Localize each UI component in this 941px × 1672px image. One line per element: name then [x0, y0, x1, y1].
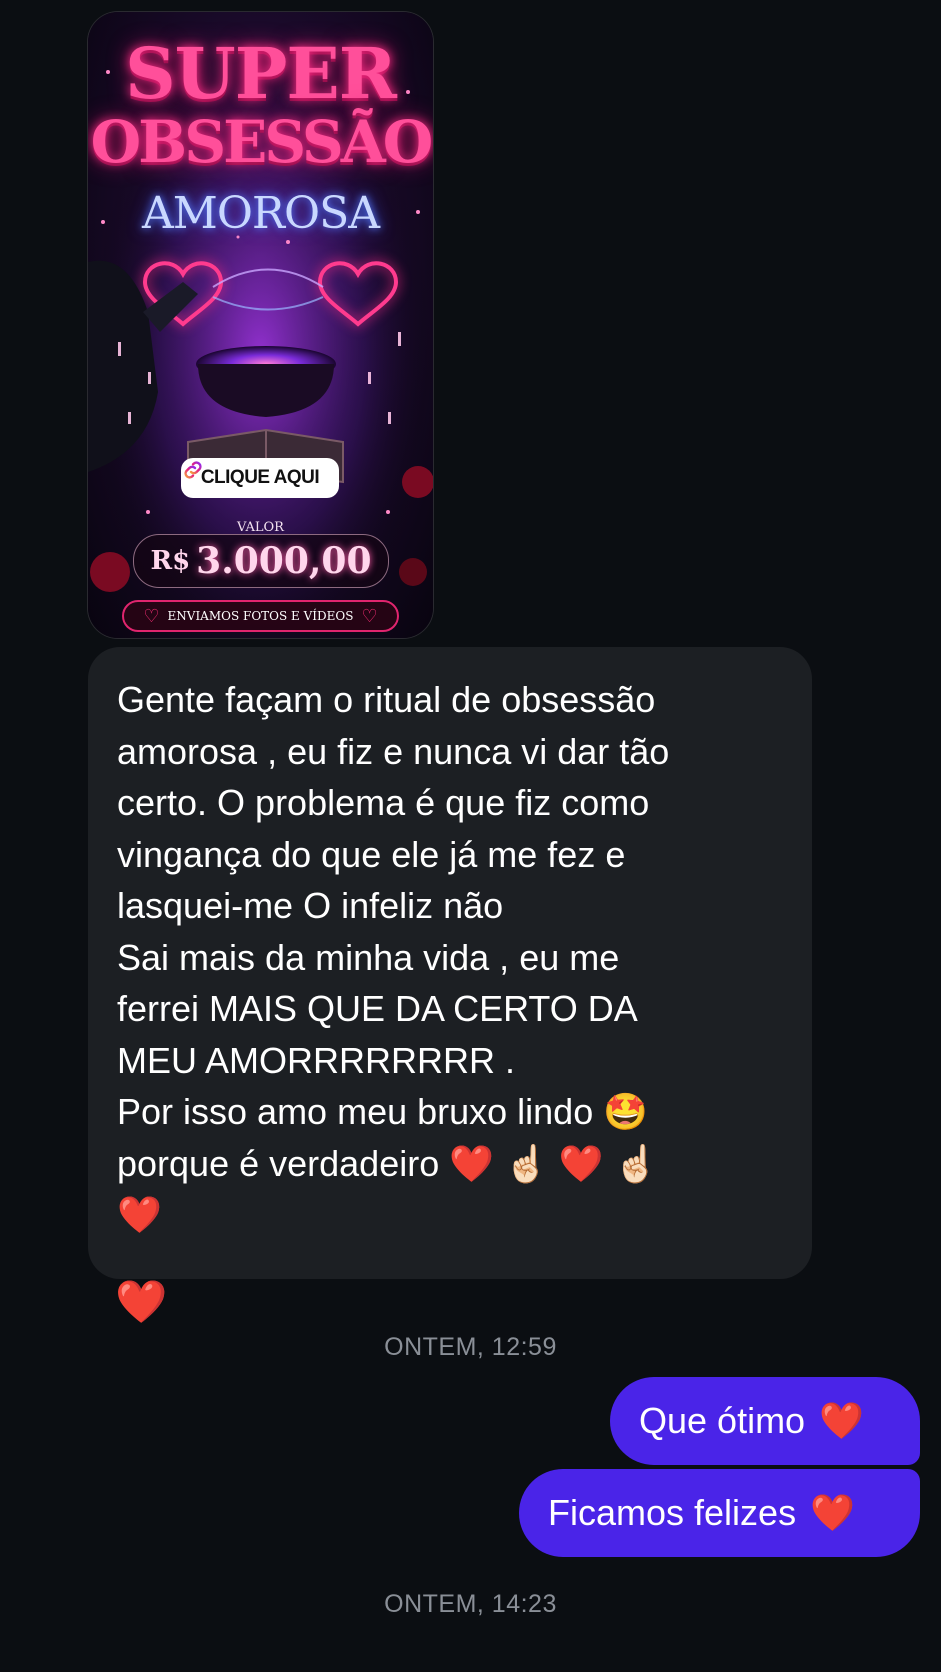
fotos-videos-label: ENVIAMOS FOTOS E VÍDEOS	[167, 609, 354, 623]
incoming-message-bubble[interactable]: Gente façam o ritual de obsessão amorosa…	[88, 647, 812, 1279]
red-heart-icon: ❤️	[810, 1493, 855, 1534]
clique-aqui-label: CLIQUE AQUI	[200, 467, 320, 488]
timestamp: ONTEM, 14:23	[384, 1590, 557, 1618]
outgoing-message-bubble[interactable]: Ficamos felizes ❤️	[519, 1469, 920, 1557]
story-title-obsessao: OBSESSÃO	[90, 108, 433, 176]
fotos-videos-banner: ♡ ENVIAMOS FOTOS E VÍDEOS ♡	[122, 600, 399, 632]
price-currency: R$	[150, 546, 191, 576]
heart-outline-icon: ♡	[361, 605, 378, 627]
heart-reaction-icon[interactable]: ❤️	[115, 1278, 167, 1326]
story-image-card[interactable]: SUPER OBSESSÃO AMOROSA CLIQUE AQUI VALOR…	[88, 12, 433, 638]
outgoing-message-text: Que ótimo	[639, 1400, 806, 1441]
heart-outline-icon: ♡	[143, 605, 160, 627]
red-heart-icon: ❤️	[819, 1401, 864, 1442]
valor-label: VALOR	[237, 520, 284, 535]
link-icon	[184, 461, 202, 479]
story-title-amorosa: AMOROSA	[141, 188, 380, 239]
incoming-message-text: Gente façam o ritual de obsessão amorosa…	[117, 679, 670, 1235]
clique-aqui-link-button[interactable]: CLIQUE AQUI	[181, 458, 339, 498]
timestamp: ONTEM, 12:59	[384, 1333, 557, 1361]
outgoing-message-bubble[interactable]: Que ótimo ❤️	[610, 1377, 920, 1465]
outgoing-message-text: Ficamos felizes	[548, 1492, 797, 1533]
price-value: 3.000,00	[196, 540, 372, 582]
story-title-super: SUPER	[125, 32, 397, 115]
price-box: R$ 3.000,00	[133, 534, 389, 588]
